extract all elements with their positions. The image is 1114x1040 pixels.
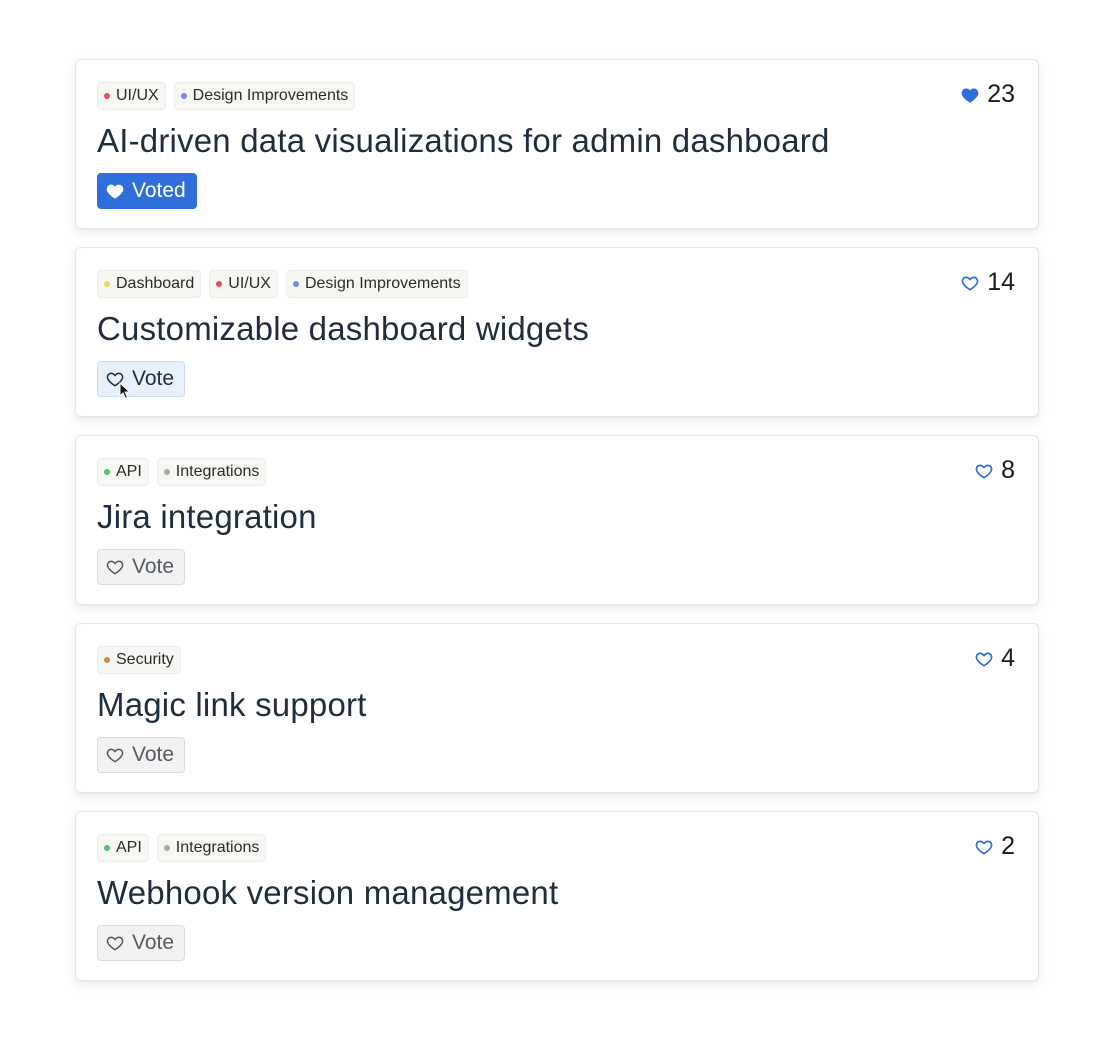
tag[interactable]: Integrations <box>156 458 267 486</box>
vote-count-value: 2 <box>1001 832 1015 860</box>
tag[interactable]: Design Improvements <box>173 82 356 110</box>
idea-title[interactable]: AI-driven data visualizations for admin … <box>97 122 830 160</box>
vote-button[interactable]: Vote <box>97 925 186 961</box>
idea-card: API Integrations 2 Webhook version manag… <box>75 811 1039 981</box>
heart-icon <box>961 276 979 291</box>
mouse-pointer-icon <box>119 382 131 400</box>
vote-button-label: Voted <box>132 179 186 202</box>
tag[interactable]: Integrations <box>156 834 267 862</box>
tag-label: API <box>116 463 142 480</box>
vote-count: 2 <box>975 832 1015 861</box>
vote-count: 14 <box>961 268 1015 297</box>
vote-count: 23 <box>961 80 1015 109</box>
vote-count: 8 <box>975 456 1015 485</box>
vote-button-label: Vote <box>132 743 175 766</box>
tag-label: API <box>116 839 142 856</box>
tag-dot <box>292 281 299 287</box>
vote-button[interactable]: Vote <box>97 737 186 773</box>
tag-dot <box>104 93 110 99</box>
heart-icon <box>106 748 124 763</box>
tag[interactable]: UI/UX <box>97 82 166 110</box>
tag-dot <box>163 469 170 475</box>
tag-label: Design Improvements <box>304 275 461 292</box>
tag[interactable]: Dashboard <box>97 270 202 298</box>
tag-label: Design Improvements <box>192 87 349 104</box>
vote-button-label: Vote <box>132 931 175 954</box>
idea-card: Security 4 Magic link support Vote <box>75 623 1039 793</box>
vote-button[interactable]: Voted <box>97 173 197 209</box>
tag-label: UI/UX <box>116 87 159 104</box>
idea-title[interactable]: Jira integration <box>97 498 317 536</box>
heart-icon <box>975 840 993 855</box>
tag-list: API Integrations <box>97 458 267 486</box>
tag-dot <box>104 281 110 287</box>
tag-list: Security <box>97 646 181 674</box>
tag-label: UI/UX <box>228 275 271 292</box>
tag[interactable]: API <box>97 458 149 486</box>
vote-count-value: 4 <box>1001 644 1015 672</box>
vote-count-value: 14 <box>987 268 1015 296</box>
tag-dot <box>104 657 110 663</box>
tag-dot <box>104 845 110 851</box>
tag-label: Security <box>116 651 174 668</box>
vote-count-value: 23 <box>987 80 1015 108</box>
tag[interactable]: Design Improvements <box>285 270 468 298</box>
heart-icon <box>106 560 124 575</box>
vote-button[interactable]: Vote <box>97 361 186 397</box>
tag[interactable]: UI/UX <box>209 270 278 298</box>
heart-icon <box>106 184 124 199</box>
ideas-list: UI/UX Design Improvements 23 AI-driven d… <box>75 59 1039 999</box>
idea-card: UI/UX Design Improvements 23 AI-driven d… <box>75 59 1039 229</box>
vote-count: 4 <box>975 644 1015 673</box>
heart-icon <box>975 464 993 479</box>
heart-icon <box>975 652 993 667</box>
tag-label: Dashboard <box>116 275 195 292</box>
heart-icon <box>106 936 124 951</box>
vote-button-label: Vote <box>132 555 175 578</box>
tag-list: API Integrations <box>97 834 267 862</box>
tag[interactable]: API <box>97 834 149 862</box>
tag-dot <box>104 469 110 475</box>
tag-list: Dashboard UI/UX Design Improvements <box>97 270 468 298</box>
idea-title[interactable]: Webhook version management <box>97 874 558 912</box>
vote-count-value: 8 <box>1001 456 1015 484</box>
vote-button-label: Vote <box>132 367 175 390</box>
vote-button[interactable]: Vote <box>97 549 186 585</box>
idea-card: API Integrations 8 Jira integration Vote <box>75 435 1039 605</box>
heart-icon <box>961 88 979 103</box>
tag[interactable]: Security <box>97 646 181 674</box>
tag-dot <box>180 93 187 99</box>
tag-list: UI/UX Design Improvements <box>97 82 356 110</box>
tag-label: Integrations <box>175 839 260 856</box>
idea-card: Dashboard UI/UX Design Improvements 14 C… <box>75 247 1039 417</box>
idea-title[interactable]: Magic link support <box>97 686 367 724</box>
tag-dot <box>216 281 223 287</box>
idea-title[interactable]: Customizable dashboard widgets <box>97 310 589 348</box>
tag-label: Integrations <box>175 463 260 480</box>
tag-dot <box>163 845 170 851</box>
